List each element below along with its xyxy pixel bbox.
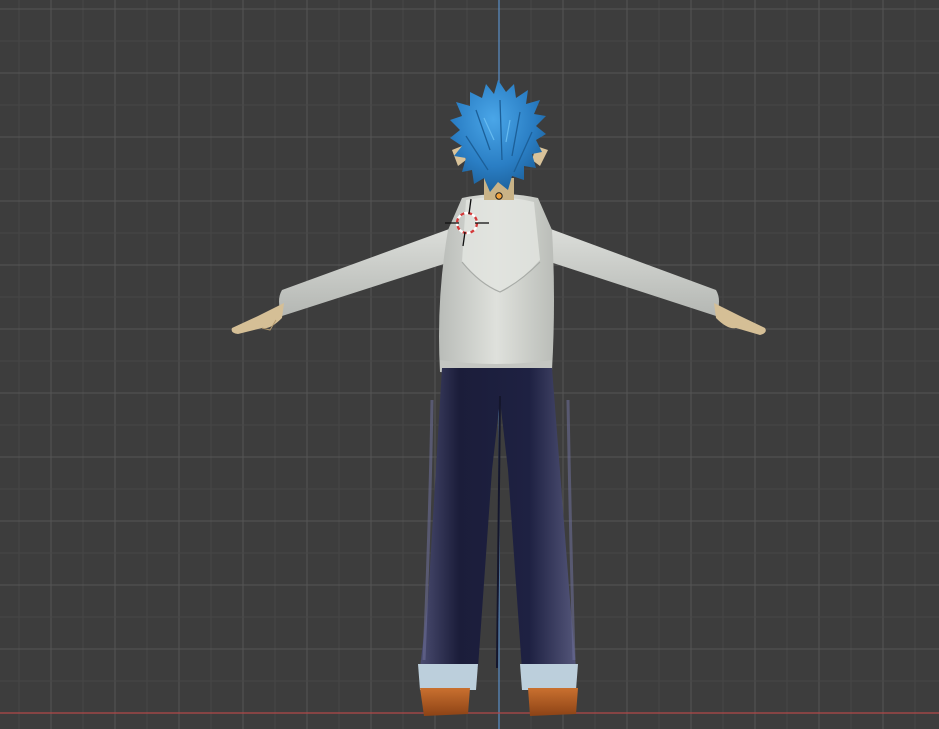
- pants: [420, 368, 576, 670]
- right-arm: [548, 228, 766, 335]
- left-cuff: [418, 664, 478, 690]
- object-origin-icon[interactable]: [495, 192, 503, 200]
- 3d-viewport[interactable]: [0, 0, 939, 729]
- left-shoe: [420, 688, 470, 716]
- viewport-canvas: [0, 0, 939, 729]
- left-arm: [231, 228, 452, 334]
- right-shoe: [528, 688, 578, 716]
- hair: [450, 80, 546, 192]
- right-cuff: [520, 664, 578, 690]
